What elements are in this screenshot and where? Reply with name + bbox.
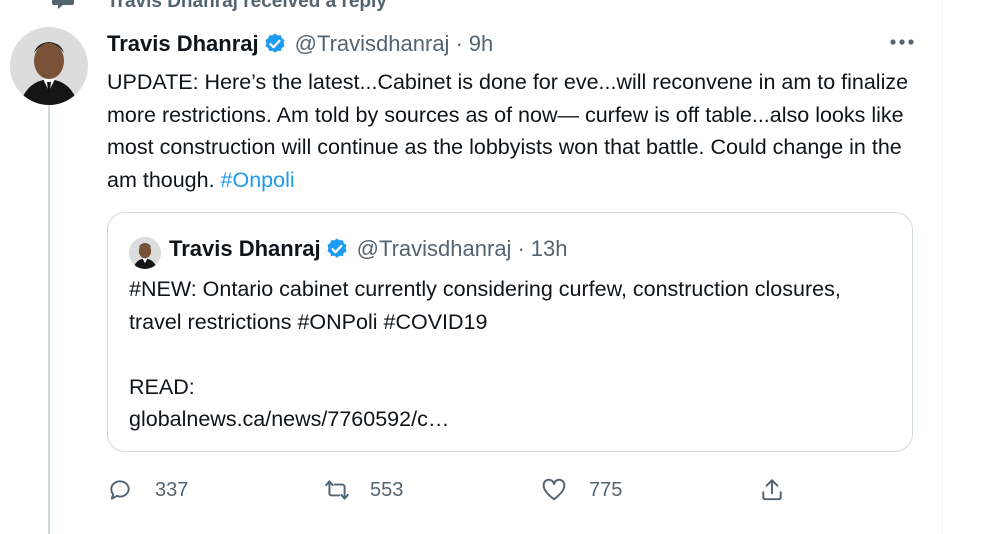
share-icon: [762, 479, 782, 501]
reply-button[interactable]: 337: [107, 474, 188, 506]
more-options-icon: [890, 39, 914, 45]
tweet-thread: Travis Dhanraj received a reply Travis D…: [0, 0, 982, 534]
header-separator: ·: [455, 31, 463, 56]
verified-badge-icon: [327, 238, 347, 258]
reply-icon: [110, 480, 130, 500]
social-context-text: Travis Dhanraj received a reply: [107, 0, 387, 12]
quoted-author-avatar: [129, 237, 161, 269]
retweet-count: 553: [370, 478, 404, 501]
tweet-actions: 337 553 775: [107, 474, 807, 506]
verified-badge-icon: [265, 33, 285, 53]
like-button[interactable]: 775: [541, 474, 622, 506]
quoted-author-name: Travis Dhanraj: [169, 236, 321, 261]
tweet-timestamp[interactable]: 9h: [469, 30, 493, 58]
hashtag-link[interactable]: #Onpoli: [221, 168, 295, 192]
quoted-tweet-header: Travis Dhanraj @Travisdhanraj · 13h: [169, 235, 567, 263]
quoted-tweet-timestamp: 13h: [530, 236, 568, 261]
quoted-header-separator: ·: [517, 236, 525, 261]
quoted-tweet-text: #NEW: Ontario cabinet currently consider…: [129, 277, 841, 431]
thread-connector-line: [48, 104, 50, 534]
quoted-author-handle: @Travisdhanraj: [356, 236, 512, 261]
retweet-icon: [325, 480, 349, 500]
tweet-header: Travis Dhanraj @Travisdhanraj · 9h: [107, 30, 493, 58]
reply-bubble-icon: [52, 0, 74, 9]
column-border: [942, 0, 943, 534]
more-options-button[interactable]: [886, 32, 918, 52]
author-avatar[interactable]: [10, 27, 88, 105]
reply-count: 337: [155, 478, 189, 501]
author-handle[interactable]: @Travisdhanraj: [295, 30, 450, 58]
retweet-button[interactable]: 553: [324, 474, 403, 506]
author-name[interactable]: Travis Dhanraj: [107, 30, 259, 58]
tweet-text: UPDATE: Here’s the latest...Cabinet is d…: [107, 66, 927, 196]
like-count: 775: [589, 478, 623, 501]
quoted-tweet-card[interactable]: Travis Dhanraj @Travisdhanraj · 13h #NEW…: [107, 212, 913, 452]
like-heart-icon: [542, 478, 566, 501]
share-button[interactable]: [759, 474, 785, 506]
